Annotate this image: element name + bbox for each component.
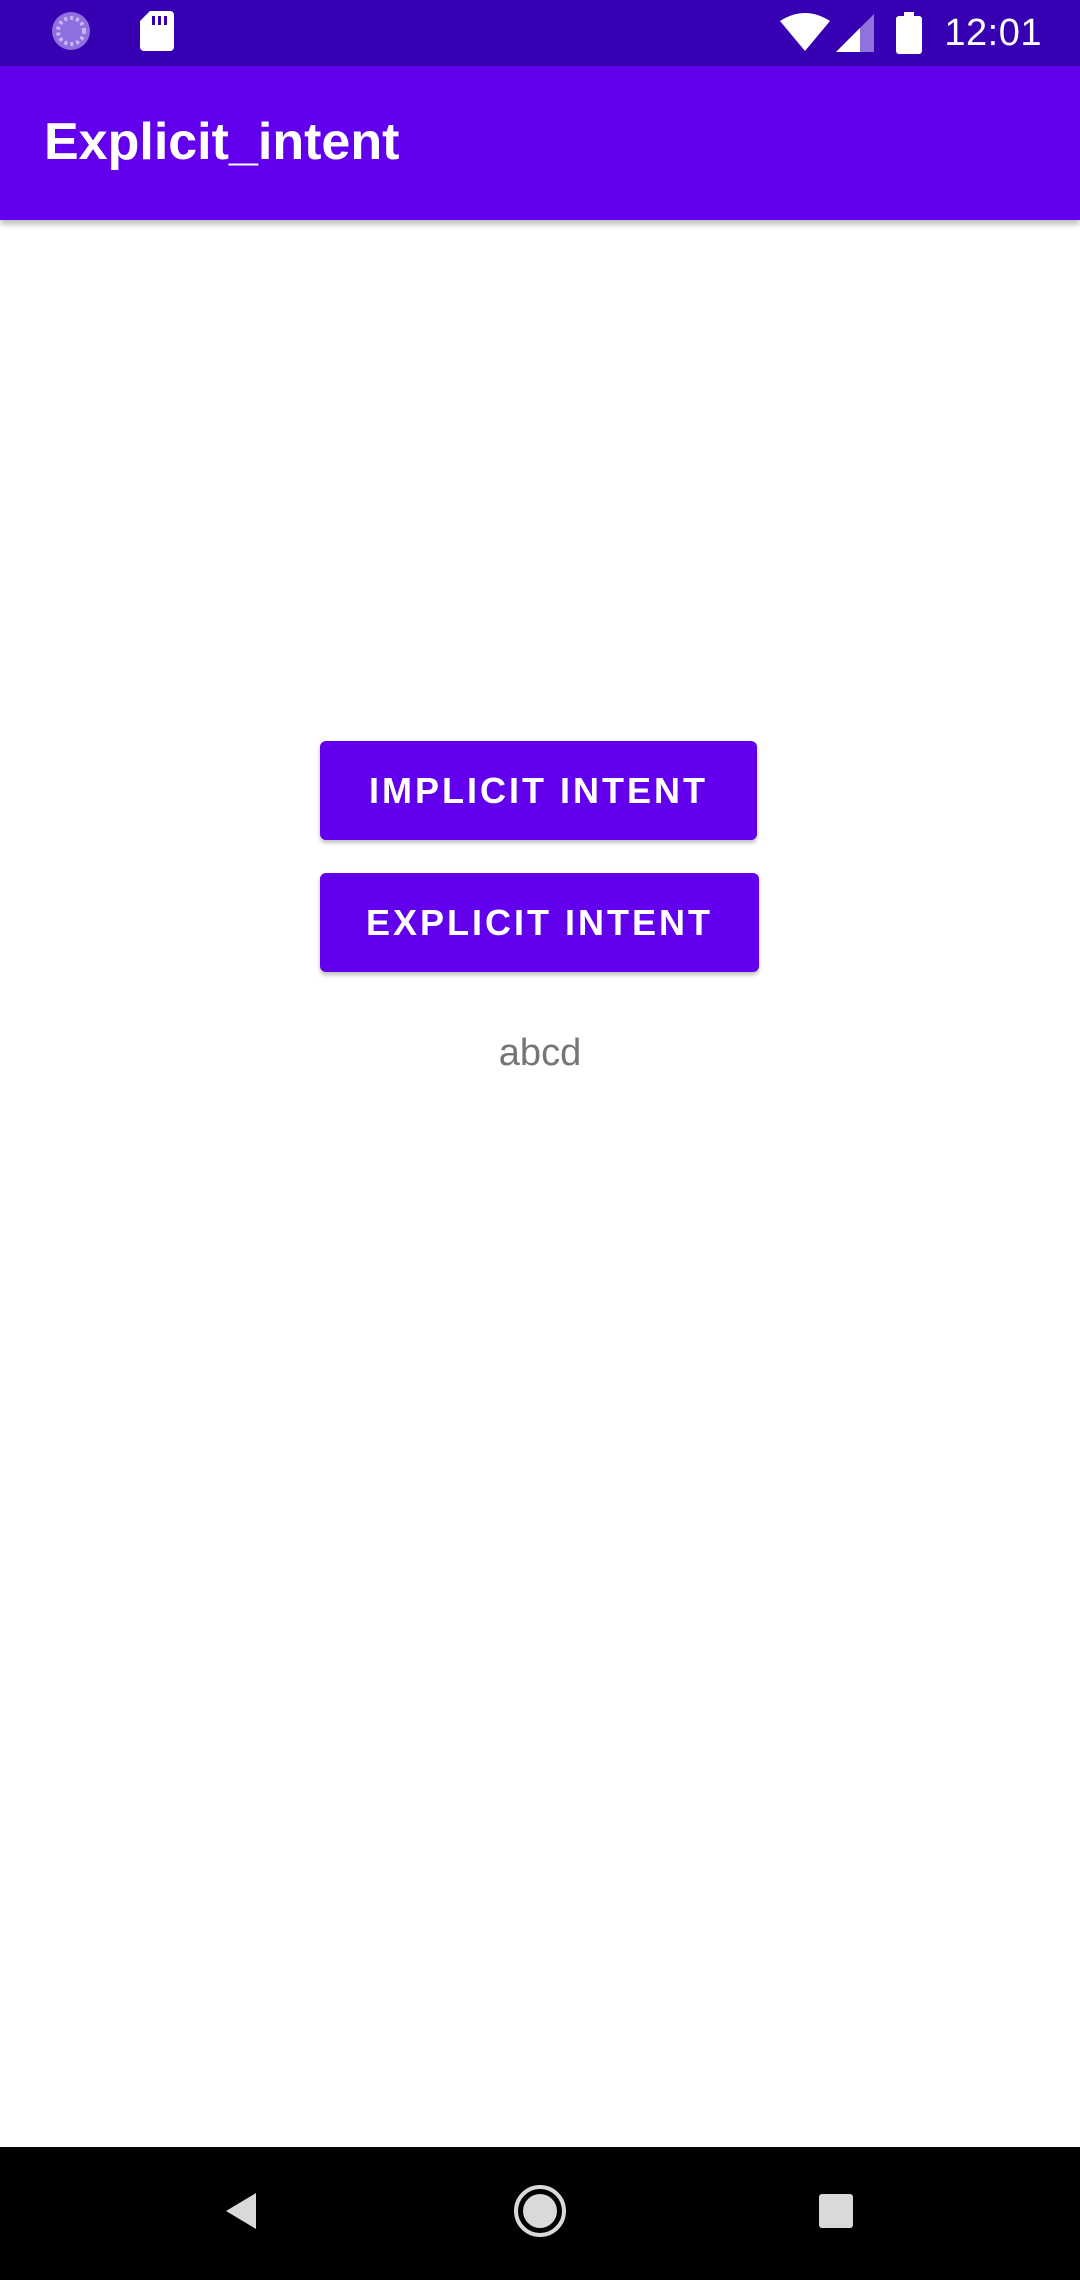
result-text: abcd xyxy=(498,1032,582,1074)
clock: 12:01 xyxy=(944,11,1042,54)
status-bar-notifications xyxy=(50,10,174,57)
battery-icon xyxy=(896,12,923,54)
back-icon xyxy=(222,2191,262,2236)
home-icon xyxy=(513,2184,567,2243)
recents-button[interactable] xyxy=(776,2147,896,2280)
status-bar: 12:01 xyxy=(0,0,1080,66)
wifi-icon xyxy=(780,13,831,53)
app-bar: Explicit_intent xyxy=(0,66,1080,220)
recents-icon xyxy=(818,2193,854,2234)
loading-circle-icon xyxy=(50,10,92,57)
home-button[interactable] xyxy=(480,2147,600,2280)
implicit-intent-button[interactable]: IMPLICIT INTENT xyxy=(320,741,757,840)
explicit-intent-button[interactable]: EXPLICIT INTENT xyxy=(320,873,759,972)
status-bar-system-icons: 12:01 xyxy=(780,10,1042,56)
main-content: IMPLICIT INTENT EXPLICIT INTENT abcd xyxy=(0,220,1080,2147)
cell-signal-icon xyxy=(836,14,875,52)
back-button[interactable] xyxy=(182,2147,302,2280)
navigation-bar xyxy=(0,2147,1080,2280)
sd-card-icon xyxy=(140,10,174,56)
app-title: Explicit_intent xyxy=(44,113,400,171)
